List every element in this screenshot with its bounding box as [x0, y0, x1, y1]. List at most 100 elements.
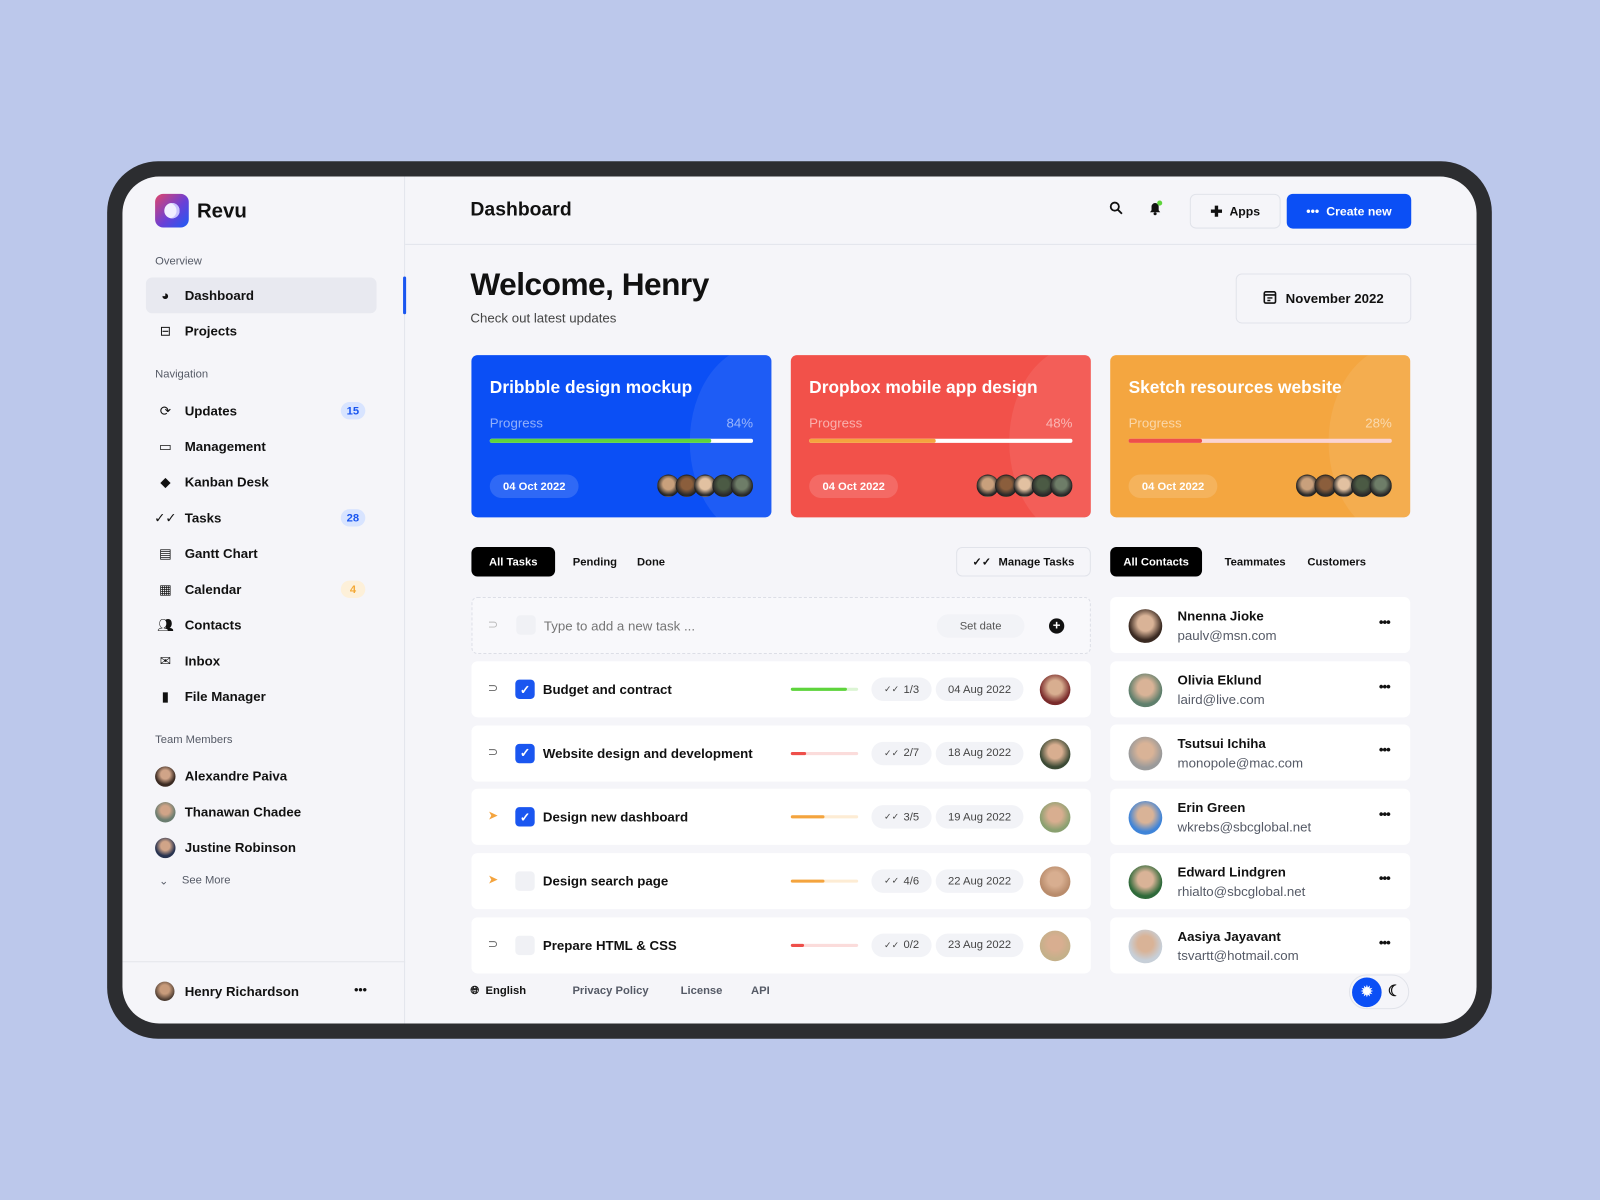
contact-row[interactable]: Erin Green wkrebs@sbcglobal.net ••• — [1110, 788, 1411, 845]
task-row[interactable]: ➤ Design search page ✓✓ 4/6 22 Aug 2022 — [471, 853, 1091, 910]
more-options-icon[interactable]: ••• — [1379, 678, 1391, 693]
tab-customers[interactable]: Customers — [1301, 547, 1372, 577]
team-member[interactable]: Justine Robinson — [155, 830, 386, 866]
active-indicator — [403, 276, 407, 315]
sidebar-item-label: Contacts — [184, 617, 242, 633]
sidebar-item-label: Management — [184, 438, 266, 455]
sidebar-item-file-manager[interactable]: ▮ File Manager — [146, 679, 377, 715]
progress-value: 84% — [726, 415, 754, 431]
task-row[interactable]: ⊃ Prepare HTML & CSS ✓✓ 0/2 23 Aug 2022 — [471, 917, 1091, 974]
contact-avatar — [1128, 929, 1163, 963]
team-member[interactable]: Thanawan Chadee — [155, 794, 386, 830]
project-card[interactable]: Dropbox mobile app design Progress 48% 04 O… — [790, 355, 1091, 518]
user-more-icon[interactable]: ••• — [354, 983, 367, 997]
member-avatar — [155, 765, 176, 787]
revu-logo[interactable] — [155, 193, 189, 228]
team-member[interactable]: Alexandre Paiva — [155, 758, 386, 794]
more-options-icon[interactable]: ••• — [1379, 806, 1391, 821]
sidebar-item-dashboard[interactable]: ◕ Dashboard — [145, 277, 377, 314]
flag-outline-icon[interactable]: ⊃ — [488, 617, 498, 631]
task-checkbox[interactable]: ✓ — [515, 807, 535, 827]
manage-tasks-button[interactable]: ✓✓ Manage Tasks — [956, 546, 1091, 577]
more-options-icon[interactable]: ••• — [1379, 614, 1391, 629]
contact-row[interactable]: Aasiya Jayavant tsvartt@hotmail.com ••• — [1110, 916, 1411, 973]
search-icon[interactable] — [1109, 201, 1123, 218]
flag-filled-icon[interactable]: ➤ — [488, 809, 498, 823]
globe-icon: 🌐︎ — [470, 984, 480, 997]
task-progress-bar — [790, 751, 859, 755]
user-profile[interactable]: Henry Richardson — [155, 981, 299, 1002]
progress-label: Progress — [1128, 415, 1182, 431]
flag-outline-icon[interactable]: ⊃ — [488, 681, 498, 695]
calendar-icon: ▦ — [159, 581, 172, 597]
task-row[interactable]: ⊃ ✓ Website design and development ✓✓ 2/7 18 … — [471, 725, 1091, 782]
create-new-label: Create new — [1326, 204, 1392, 219]
sidebar-item-updates[interactable]: ⟳ Updates 15 — [146, 393, 377, 429]
sidebar-item-label: Tasks — [184, 510, 222, 526]
sidebar-item-kanban-desk[interactable]: ◆ Kanban Desk — [146, 464, 377, 500]
more-options-icon[interactable]: ••• — [1379, 870, 1391, 885]
task-date: 22 Aug 2022 — [935, 869, 1024, 893]
task-progress-bar — [790, 687, 859, 691]
see-more-button[interactable]: ⌄ See More — [159, 874, 230, 887]
api-link[interactable]: API — [751, 985, 770, 997]
theme-toggle[interactable]: ✹ ☾ — [1348, 974, 1410, 1010]
month-picker-button[interactable]: November 2022 — [1235, 273, 1412, 324]
license-link[interactable]: License — [681, 985, 723, 997]
assignee-avatar — [1039, 930, 1071, 962]
bell-icon[interactable] — [1147, 200, 1163, 221]
sidebar-item-calendar[interactable]: ▦ Calendar 4 — [146, 571, 377, 607]
task-progress-fill — [790, 879, 825, 883]
flag-outline-icon[interactable]: ⊃ — [488, 745, 498, 759]
task-row[interactable]: ⊃ ✓ Budget and contract ✓✓ 1/3 04 Aug 2022 — [471, 661, 1091, 718]
contact-row[interactable]: Tsutsui Ichiha monopole@mac.com ••• — [1110, 724, 1411, 782]
language-selector[interactable]: 🌐︎ English — [470, 985, 526, 998]
new-task-checkbox[interactable] — [516, 615, 536, 635]
task-checkbox[interactable] — [515, 871, 535, 891]
flag-outline-icon[interactable]: ⊃ — [488, 937, 498, 951]
double-check-icon: ✓✓ — [883, 939, 900, 950]
contact-row[interactable]: Olivia Eklund laird@live.com ••• — [1110, 660, 1411, 718]
sidebar-item-gantt-chart[interactable]: ▤ Gantt Chart — [146, 536, 377, 572]
subtasks-count: 2/7 — [903, 747, 920, 760]
task-checkbox[interactable] — [515, 935, 535, 955]
subtasks-count: 3/5 — [903, 811, 920, 824]
tab-teammates[interactable]: Teammates — [1216, 547, 1294, 577]
tab-all-contacts[interactable]: All Contacts — [1110, 546, 1203, 577]
project-card[interactable]: Dribbble design mockup Progress 84% 04 Oct … — [471, 355, 772, 518]
flag-filled-icon[interactable]: ➤ — [488, 873, 498, 887]
set-date-button[interactable]: Set date — [936, 614, 1025, 638]
project-card[interactable]: Sketch resources website Progress 28% 04 Oc… — [1110, 355, 1411, 518]
month-label: November 2022 — [1285, 290, 1384, 307]
task-name: Website design and development — [542, 745, 753, 761]
more-options-icon[interactable]: ••• — [1379, 934, 1391, 949]
sidebar-item-management[interactable]: ▭ Management — [146, 429, 377, 465]
contact-row[interactable]: Nnenna Jioke paulv@msn.com ••• — [1110, 596, 1411, 654]
tab-all-tasks[interactable]: All Tasks — [471, 546, 556, 577]
document-icon: ▤ — [159, 545, 172, 561]
task-checkbox[interactable]: ✓ — [515, 743, 535, 763]
add-task-icon[interactable]: + — [1048, 618, 1065, 634]
member-avatar — [1369, 474, 1392, 497]
count-badge: 15 — [340, 402, 366, 420]
more-options-icon[interactable]: ••• — [1379, 742, 1391, 757]
task-row[interactable]: ➤ ✓ Design new dashboard ✓✓ 3/5 19 Aug 2022 — [471, 789, 1091, 846]
apps-button[interactable]: ✚ Apps — [1189, 193, 1281, 229]
task-progress-fill — [790, 751, 806, 755]
sun-icon: ✹ — [1352, 977, 1382, 1008]
new-task-input[interactable] — [543, 612, 912, 639]
tab-pending[interactable]: Pending — [565, 547, 624, 577]
sidebar-item-contacts[interactable]: 👥︎ Contacts — [146, 607, 377, 643]
contact-row[interactable]: Edward Lindgren rhialto@sbcglobal.net ••• — [1110, 852, 1411, 909]
progress-value: 48% — [1045, 415, 1073, 431]
sidebar-item-projects[interactable]: ⊟ Projects — [146, 313, 377, 349]
task-checkbox[interactable]: ✓ — [515, 679, 535, 699]
sidebar-item-tasks[interactable]: ✓✓ Tasks 28 — [146, 500, 377, 536]
page-title: Dashboard — [470, 198, 572, 221]
create-new-button[interactable]: ••• Create new — [1286, 193, 1412, 229]
tab-done[interactable]: Done — [631, 547, 672, 577]
contact-email: wkrebs@sbcglobal.net — [1177, 819, 1312, 835]
sidebar-item-inbox[interactable]: ✉ Inbox — [146, 643, 377, 679]
divider — [122, 961, 406, 963]
privacy-policy-link[interactable]: Privacy Policy — [572, 985, 648, 997]
